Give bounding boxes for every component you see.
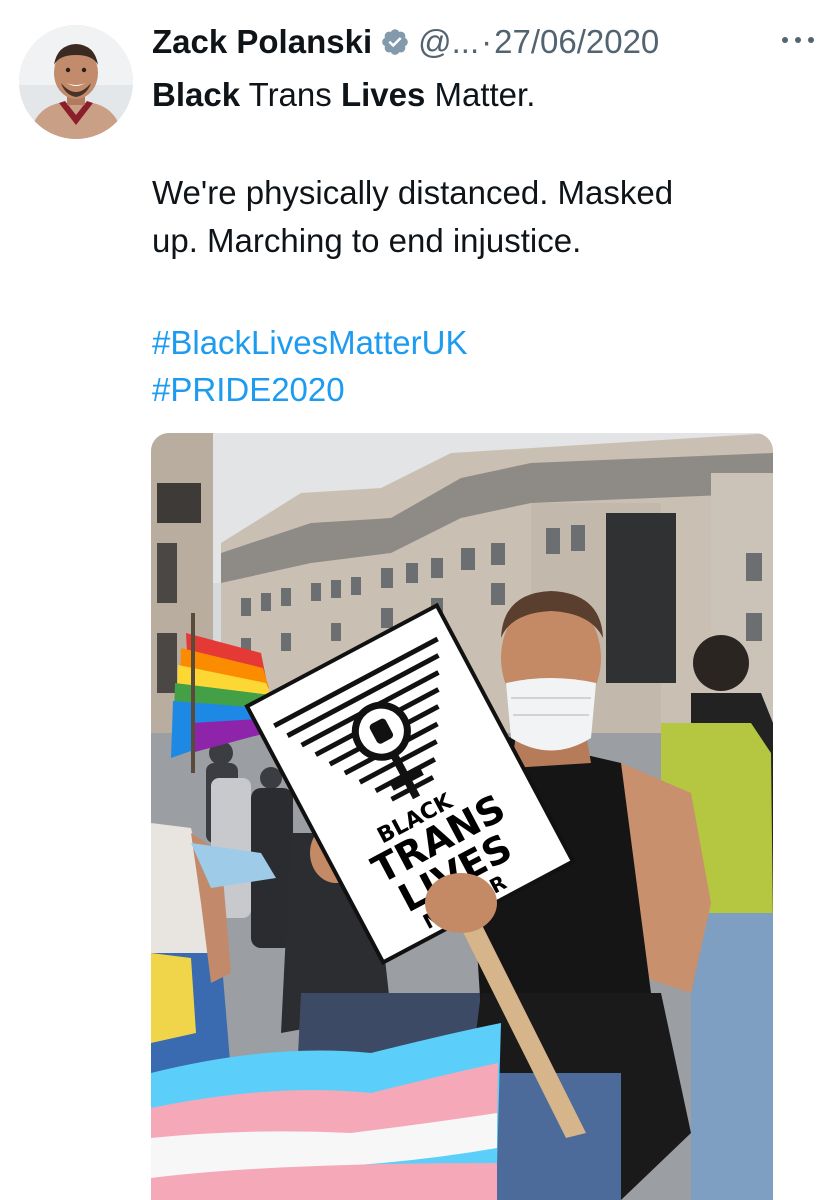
hashtag-pride2020[interactable]: #PRIDE2020	[152, 369, 345, 411]
hashtag-blacklivesmatteruk[interactable]: #BlackLivesMatterUK	[152, 322, 467, 364]
header-separator: ·	[481, 23, 493, 60]
tweet-text-line-2: We're physically distanced. Masked	[152, 174, 674, 211]
text-trans: Trans	[240, 76, 341, 113]
tweet-header: Zack Polanski @... · 27/06/2020	[152, 20, 822, 64]
author-handle[interactable]: @...	[418, 23, 479, 61]
author-name[interactable]: Zack Polanski	[152, 23, 372, 61]
tweet-date[interactable]: 27/06/2020	[494, 23, 659, 61]
more-options-icon[interactable]	[778, 28, 818, 52]
tweet-text-line-3: up. Marching to end injustice.	[152, 222, 582, 259]
text-bold-black: Black	[152, 76, 241, 113]
text-bold-lives: Lives	[340, 76, 426, 113]
text-matter: Matter.	[425, 76, 536, 113]
tweet-text-line-1: Black Trans Lives Matter.	[152, 74, 535, 116]
tweet-media-photo[interactable]: BLACK TRANS LIVES MATTER	[151, 433, 773, 1200]
author-avatar[interactable]	[19, 25, 133, 139]
verified-badge-icon	[382, 29, 408, 55]
protest-photo: BLACK TRANS LIVES MATTER	[151, 433, 773, 1200]
avatar-image	[19, 25, 133, 139]
